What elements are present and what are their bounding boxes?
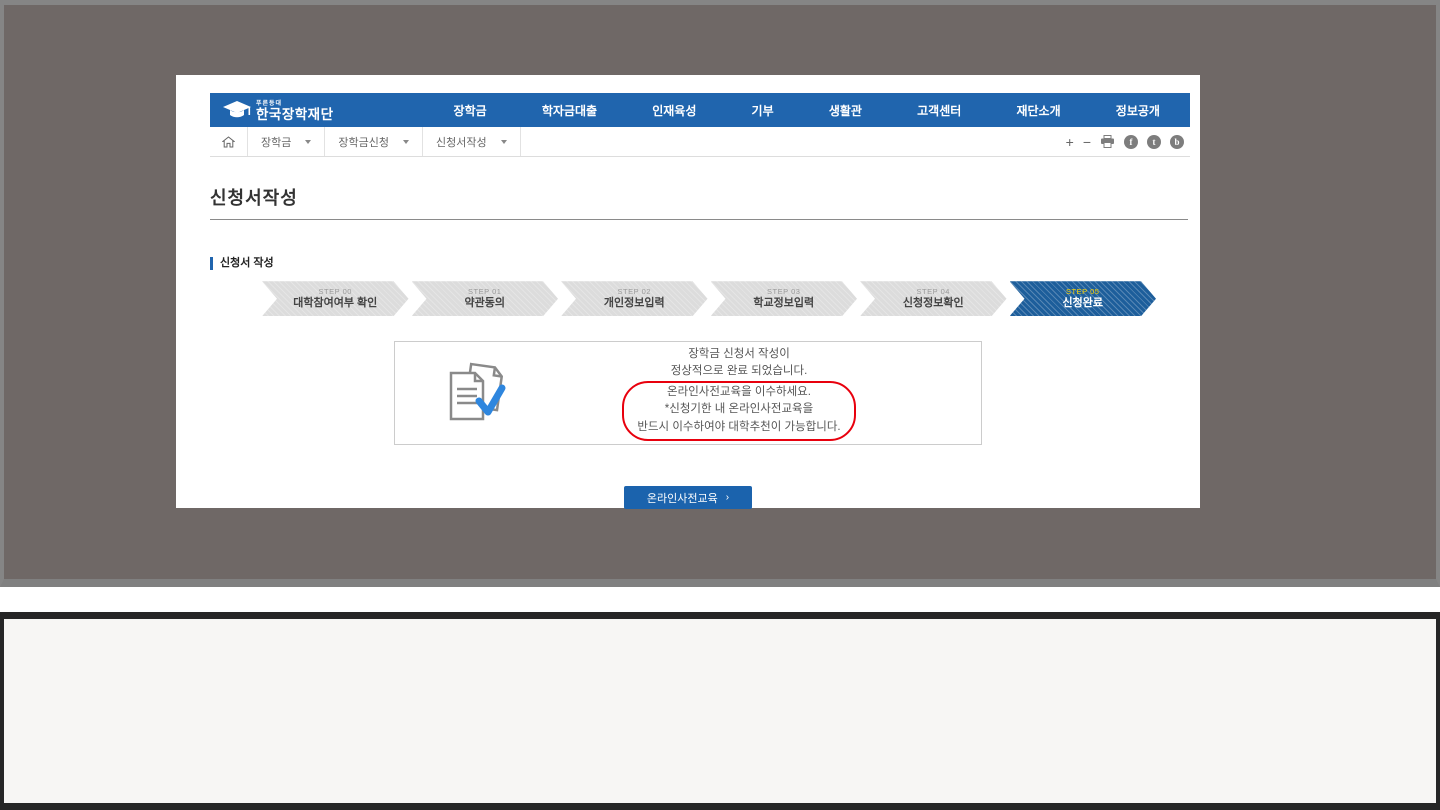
breadcrumb-scholarship-apply[interactable]: 장학금신청 [325, 127, 423, 156]
site-header: 푸른등대 한국장학재단 장학금 학자금대출 인재육성 기부 생활관 고객센터 재… [210, 93, 1190, 127]
breadcrumb-application-form[interactable]: 신청서작성 [423, 127, 521, 156]
nav-item-donation[interactable]: 기부 [752, 102, 774, 119]
message-line-2: 정상적으로 완료 되었습니다. [523, 363, 955, 380]
nav-item-disclosure[interactable]: 정보공개 [1116, 102, 1160, 119]
completion-message: 장학금 신청서 작성이 정상적으로 완료 되었습니다. 온라인사전교육을 이수하… [523, 346, 981, 441]
blog-icon[interactable]: b [1170, 135, 1184, 149]
message-line-4: *신청기한 내 온라인사전교육을 [637, 401, 840, 418]
completion-message-box: 장학금 신청서 작성이 정상적으로 완료 되었습니다. 온라인사전교육을 이수하… [394, 341, 982, 445]
graduation-cap-icon [222, 99, 252, 121]
chevron-down-icon [501, 140, 507, 144]
page-title: 신청서작성 [210, 184, 1190, 210]
breadcrumb-scholarship[interactable]: 장학금 [248, 127, 325, 156]
step-terms-agreement: STEP 01 약관동의 [412, 281, 559, 316]
logo-title: 한국장학재단 [256, 108, 334, 122]
step-personal-info: STEP 02 개인정보입력 [561, 281, 708, 316]
bottom-panel [4, 619, 1436, 803]
logo-slogan: 푸른등대 [256, 101, 334, 107]
page-tools: + − f t b [1066, 135, 1190, 149]
site-logo[interactable]: 푸른등대 한국장학재단 [222, 99, 334, 121]
step-university-participation: STEP 00 대학참여여부 확인 [262, 281, 409, 316]
message-line-3: 온라인사전교육을 이수하세요. [637, 384, 840, 401]
website-screenshot: 푸른등대 한국장학재단 장학금 학자금대출 인재육성 기부 생활관 고객센터 재… [176, 75, 1200, 508]
message-line-5: 반드시 이수하여야 대학추천이 가능합니다. [637, 419, 840, 436]
step-application-complete: STEP 05 신청완료 [1010, 281, 1157, 316]
step-application-review: STEP 04 신청정보확인 [860, 281, 1007, 316]
breadcrumb: 장학금 장학금신청 신청서작성 + − f t [210, 127, 1190, 157]
step-school-info: STEP 03 학교정보입력 [711, 281, 858, 316]
home-button[interactable] [210, 127, 248, 156]
message-line-1: 장학금 신청서 작성이 [523, 346, 955, 363]
nav-item-customer-center[interactable]: 고객센터 [917, 102, 961, 119]
main-nav: 장학금 학자금대출 인재육성 기부 생활관 고객센터 재단소개 정보공개 [334, 102, 1190, 119]
home-icon [222, 136, 235, 148]
twitter-icon[interactable]: t [1147, 135, 1161, 149]
section-title: 신청서 작성 [210, 257, 1200, 270]
print-icon[interactable] [1100, 135, 1115, 148]
arrow-right-icon: › [726, 493, 729, 503]
chevron-down-icon [305, 140, 311, 144]
slide-background: 푸른등대 한국장학재단 장학금 학자금대출 인재육성 기부 생활관 고객센터 재… [0, 0, 1440, 587]
document-check-icon [439, 361, 523, 425]
nav-item-about[interactable]: 재단소개 [1016, 102, 1060, 119]
chevron-down-icon [403, 140, 409, 144]
nav-item-student-loan[interactable]: 학자금대출 [542, 102, 597, 119]
nav-item-scholarship[interactable]: 장학금 [454, 102, 487, 119]
nav-item-talent[interactable]: 인재육성 [652, 102, 696, 119]
facebook-icon[interactable]: f [1124, 135, 1138, 149]
font-zoom-in-button[interactable]: + [1066, 135, 1074, 149]
red-annotation-circle: 온라인사전교육을 이수하세요. *신청기한 내 온라인사전교육을 반드시 이수하… [622, 381, 855, 441]
white-gap [0, 587, 1440, 612]
nav-item-dormitory[interactable]: 생활관 [829, 102, 862, 119]
font-zoom-out-button[interactable]: − [1083, 135, 1091, 149]
progress-steps: STEP 00 대학참여여부 확인 STEP 01 약관동의 STEP 02 개… [262, 281, 1156, 316]
title-divider [210, 219, 1188, 220]
bottom-panel-frame [0, 612, 1440, 810]
online-pre-education-button[interactable]: 온라인사전교육 › [624, 486, 752, 509]
